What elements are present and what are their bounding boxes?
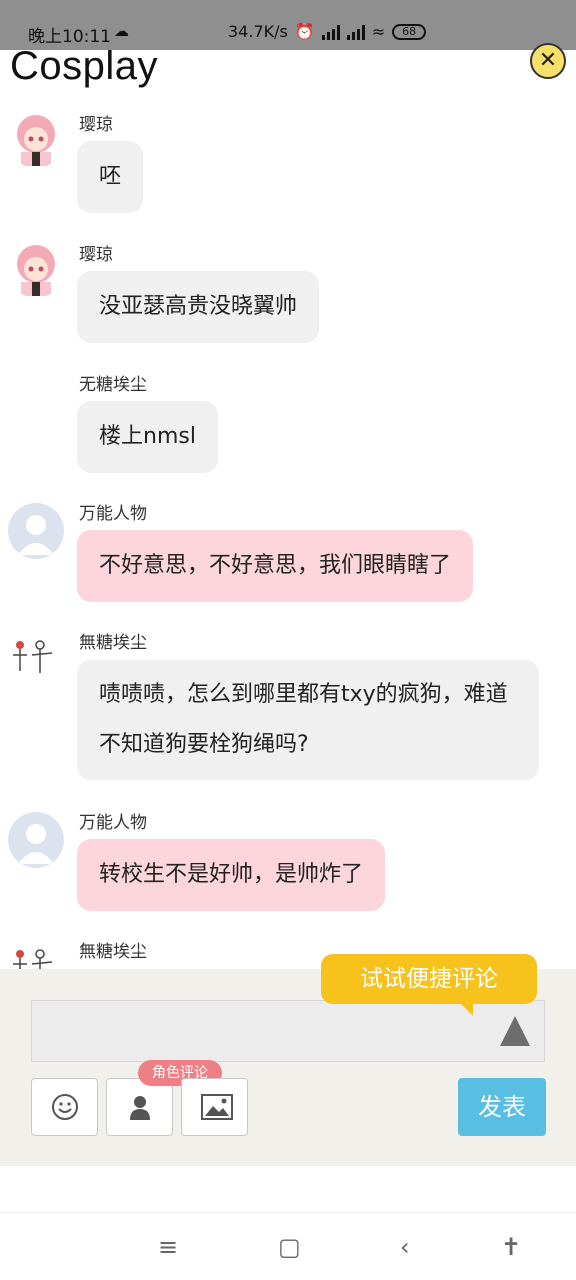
wifi-icon: ≈ [371, 22, 386, 41]
message-bubble[interactable]: 没亚瑟高贵没晓翼帅 [77, 271, 320, 343]
system-nav-bar: ≡ ▢ ‹ ✝ [0, 1212, 576, 1280]
page-title: Cosplay [10, 44, 159, 88]
sender-name: 無糖埃尘 [79, 633, 147, 653]
smiley-icon [52, 1094, 78, 1120]
status-bar: 晚上10:11 ☁ 34.7K/s ⏰ ≈ 68 [0, 0, 576, 50]
avatar[interactable] [8, 812, 64, 868]
send-button[interactable]: 发表 [458, 1078, 546, 1136]
avatar[interactable] [8, 242, 64, 298]
image-icon [201, 1094, 233, 1120]
sender-name: 璎琼 [79, 115, 113, 135]
avatar[interactable] [8, 940, 64, 969]
message-bubble[interactable]: 呸 [77, 141, 144, 213]
close-icon: ✕ [538, 48, 558, 73]
comment-composer: 试试便捷评论 角色评论 发表 [0, 954, 576, 1166]
message-bubble[interactable]: 不好意思，不好意思，我们眼睛瞎了 [77, 530, 474, 602]
sender-name: 万能人物 [79, 813, 147, 833]
back-icon[interactable]: ‹ [400, 1233, 410, 1261]
person-icon [130, 1096, 150, 1120]
image-button[interactable] [181, 1078, 248, 1136]
role-comment-button[interactable] [106, 1078, 173, 1136]
message-bubble[interactable]: 啧啧啧，怎么到哪里都有txy的疯狗，难道不知道狗要栓狗绳吗? [77, 660, 539, 780]
emoji-button[interactable] [31, 1078, 98, 1136]
battery-level: 68 [402, 24, 417, 38]
network-speed: 34.7K/s [228, 22, 288, 41]
sender-name: 无糖埃尘 [79, 375, 147, 395]
home-icon[interactable]: ▢ [278, 1233, 301, 1261]
menu-icon[interactable]: ≡ [158, 1233, 178, 1261]
avatar[interactable] [8, 503, 64, 559]
wechat-icon: ☁ [114, 22, 129, 40]
close-button[interactable]: ✕ [530, 43, 566, 79]
signal-icon [346, 24, 365, 40]
message-bubble[interactable]: 转校生不是好帅，是帅炸了 [77, 839, 386, 911]
alarm-icon: ⏰ [294, 22, 315, 41]
status-right: 34.7K/s ⏰ ≈ 68 [228, 22, 427, 41]
sender-name: 万能人物 [79, 504, 147, 524]
quick-comment-tooltip[interactable]: 试试便捷评论 [321, 954, 537, 1016]
message-bubble[interactable]: 楼上nmsl [77, 401, 218, 473]
sender-name: 無糖埃尘 [79, 942, 147, 962]
avatar[interactable] [8, 631, 64, 687]
sender-name: 璎琼 [79, 245, 113, 265]
signal-icon [321, 24, 340, 40]
expand-triangle-icon[interactable] [500, 1016, 530, 1046]
accessibility-icon[interactable]: ✝ [501, 1233, 521, 1261]
avatar[interactable] [8, 112, 64, 168]
battery-icon: 68 [392, 23, 427, 40]
